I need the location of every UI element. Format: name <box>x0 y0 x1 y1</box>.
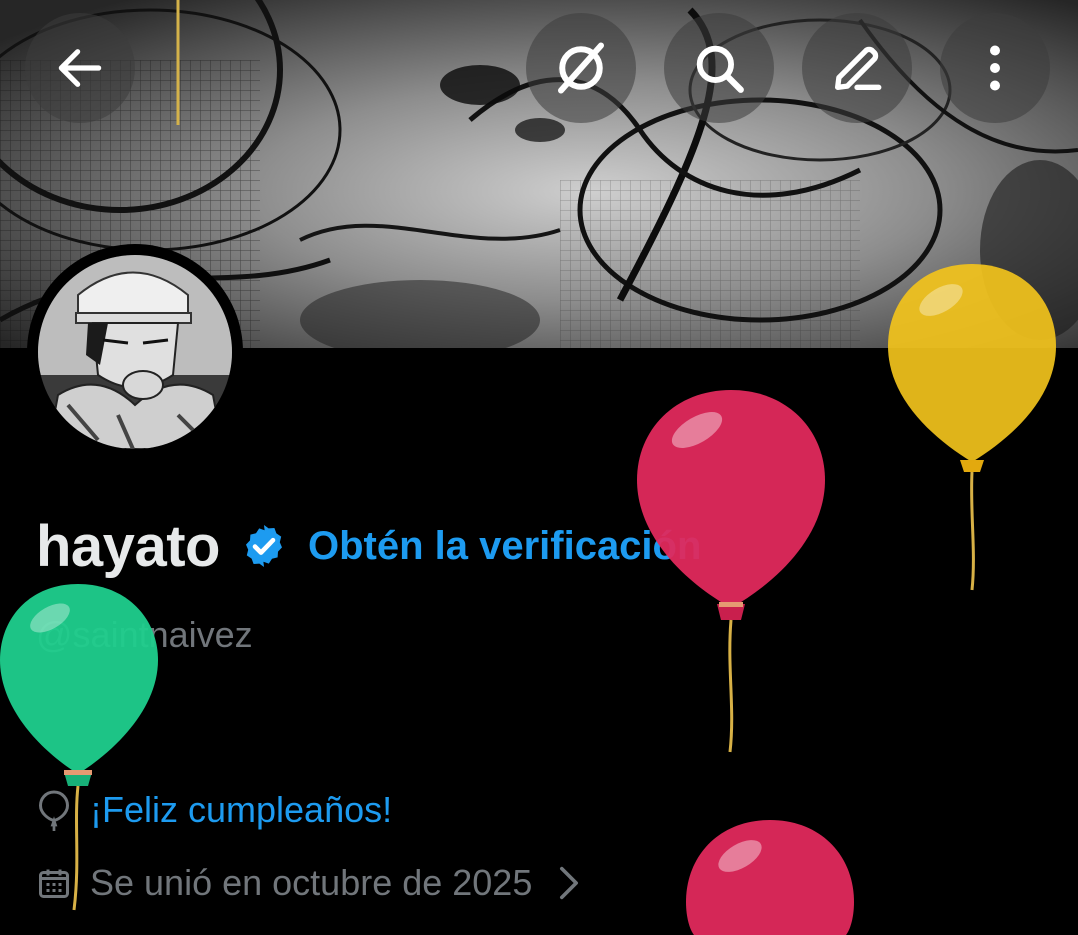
joined-row[interactable]: Se unió en octubre de 2025 <box>36 862 580 904</box>
edit-button[interactable] <box>802 13 912 123</box>
grok-button[interactable] <box>526 13 636 123</box>
back-button[interactable] <box>25 13 135 123</box>
display-name: hayato <box>36 513 220 579</box>
birthday-row: ¡Feliz cumpleaños! <box>36 788 392 832</box>
search-button[interactable] <box>664 13 774 123</box>
get-verified-link[interactable]: Obtén la verificación <box>308 524 701 569</box>
balloon-red-bottom <box>686 820 854 935</box>
arrow-left-icon <box>58 49 102 87</box>
chevron-right-icon <box>560 866 579 900</box>
verified-badge-icon <box>245 525 282 567</box>
username-handle: @saintnaivez <box>36 614 253 655</box>
edit-icon <box>835 46 882 90</box>
more-options-button[interactable] <box>940 13 1050 123</box>
grok-icon <box>558 42 604 94</box>
more-vertical-icon <box>990 45 1000 91</box>
calendar-icon <box>39 869 69 898</box>
avatar <box>38 255 232 449</box>
avatar-frame[interactable] <box>27 244 243 460</box>
joined-date-text: Se unió en octubre de 2025 <box>90 862 533 903</box>
search-icon <box>696 45 744 93</box>
profile-name-row: hayato Obtén la verificación <box>36 506 701 586</box>
birthday-text[interactable]: ¡Feliz cumpleaños! <box>90 789 392 831</box>
balloon-icon <box>38 790 70 831</box>
